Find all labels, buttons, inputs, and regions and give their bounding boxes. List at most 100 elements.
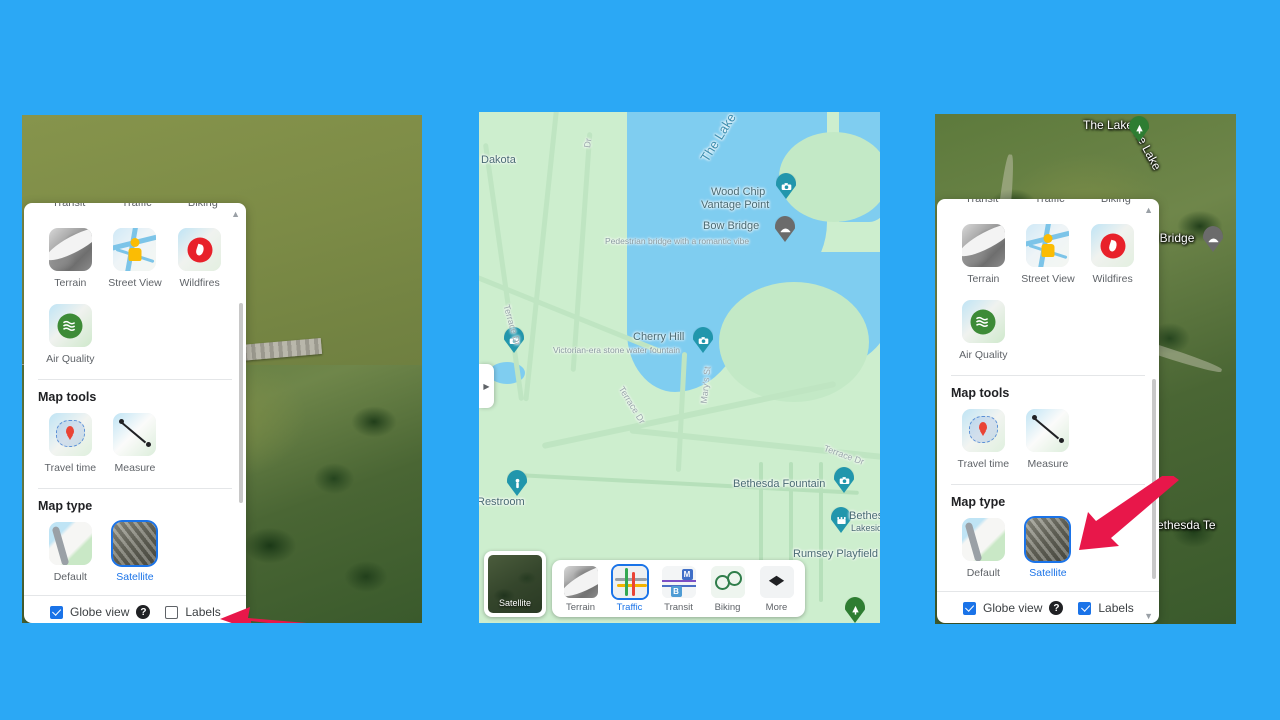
layer-tile-wildfires[interactable]: Wildfires — [1080, 217, 1145, 293]
map-type-label: Satellite — [116, 571, 154, 583]
tab-traffic[interactable]: Traffic — [1035, 199, 1065, 205]
layers-panel-left[interactable]: Transit Traffic Biking ▲ Terrain Street … — [24, 203, 246, 623]
globe-view-checkbox[interactable] — [50, 605, 63, 619]
map-layers-bottom-strip: Satellite Terrain Traffic M B Transit Bi… — [484, 551, 805, 617]
vector-map[interactable]: The Lake Dakota Wood Chip Vantage Point … — [479, 112, 880, 623]
help-icon[interactable]: ? — [1049, 601, 1064, 615]
map-type-default[interactable]: Default — [951, 511, 1016, 587]
cutoff-tab-row: Transit Traffic Biking — [937, 199, 1159, 211]
side-panel-expand-toggle[interactable]: ▶ — [479, 364, 494, 408]
strip-item-more[interactable]: More — [752, 566, 801, 613]
layer-tile-label: Wildfires — [179, 277, 220, 289]
map-type-title: Map type — [38, 499, 93, 513]
map-type-default[interactable]: Default — [38, 515, 103, 591]
layers-panel-right[interactable]: Transit Traffic Biking ▲ Terrain Street … — [937, 199, 1159, 623]
map-tool-travel-time[interactable]: Travel time — [951, 402, 1016, 478]
map-pin-viewpoint-west[interactable] — [504, 327, 524, 353]
map-type-section: Map type Default Satellite — [38, 488, 232, 591]
layer-tile-label: Air Quality — [959, 349, 1008, 361]
map-label-bethesda: Bethes — [849, 510, 880, 522]
layer-tile-air-quality[interactable]: Air Quality — [951, 293, 1016, 369]
map-tool-label: Travel time — [44, 462, 97, 474]
tab-transit[interactable]: Transit — [965, 199, 998, 205]
measure-icon — [113, 413, 157, 456]
map-type-label: Default — [966, 567, 1000, 579]
map-tools-title: Map tools — [951, 386, 1010, 400]
map-type-satellite[interactable]: Satellite — [103, 515, 168, 591]
travel-time-icon — [48, 413, 92, 456]
layer-tile-label: Terrain — [54, 277, 87, 289]
biking-icon — [710, 566, 745, 598]
layer-tile-label: Street View — [1021, 273, 1075, 285]
map-type-section: Map type Default Satellite — [951, 484, 1145, 587]
strip-item-terrain[interactable]: Terrain — [556, 566, 605, 613]
globe-view-label: Globe view — [70, 605, 130, 619]
layer-tile-terrain[interactable]: Terrain — [38, 221, 103, 297]
panel-scrollbar[interactable] — [1152, 379, 1156, 579]
pegman-icon — [113, 228, 157, 271]
map-label-rumsey-playfield: Rumsey Playfield — [793, 548, 878, 560]
map-pin-park[interactable] — [845, 597, 865, 623]
layer-strip-card: Terrain Traffic M B Transit Biking More — [552, 560, 805, 617]
globe-view-checkbox[interactable] — [963, 601, 976, 615]
wildfire-icon — [178, 228, 222, 271]
layer-tile-label: Street View — [108, 277, 162, 289]
map-pin-restroom[interactable] — [507, 470, 527, 496]
tab-biking[interactable]: Biking — [1101, 199, 1131, 205]
layer-tile-terrain[interactable]: Terrain — [951, 217, 1016, 293]
tab-biking[interactable]: Biking — [188, 203, 218, 209]
strip-item-biking[interactable]: Biking — [703, 566, 752, 613]
layer-tile-label: Terrain — [967, 273, 1000, 285]
traffic-icon — [612, 566, 647, 598]
air-quality-icon — [48, 304, 92, 347]
satellite-quick-toggle[interactable]: Satellite — [484, 551, 546, 617]
labels-checkbox[interactable] — [1078, 601, 1092, 615]
map-tool-label: Travel time — [957, 458, 1010, 470]
panel-right-labels-on: The Lake The Lake ow Bridge Bethesda Te … — [935, 114, 1236, 624]
layer-tile-label: Wildfires — [1092, 273, 1133, 285]
terrain-icon — [48, 228, 92, 271]
layers-footer-left: Globe view ? Labels — [24, 595, 246, 623]
map-tool-label: Measure — [114, 462, 156, 474]
tab-traffic[interactable]: Traffic — [122, 203, 152, 209]
tab-transit[interactable]: Transit — [52, 203, 85, 209]
cutoff-tab-row: Transit Traffic Biking — [24, 203, 246, 215]
map-tools-title: Map tools — [38, 390, 97, 404]
map-tool-label: Measure — [1027, 458, 1069, 470]
layer-tile-grid: Terrain Street View Wildfires Air Qualit… — [38, 221, 232, 373]
travel-time-icon — [961, 409, 1005, 452]
layer-tile-label: Air Quality — [46, 353, 95, 365]
map-tool-measure[interactable]: Measure — [1016, 402, 1081, 478]
measure-icon — [1026, 409, 1070, 452]
satellite-map-icon — [1026, 518, 1070, 561]
labels-label: Labels — [1098, 601, 1134, 615]
panel-scrollbar[interactable] — [239, 303, 243, 503]
map-pin-bethesda-lakeside[interactable] — [831, 507, 851, 533]
layer-tile-street-view[interactable]: Street View — [1016, 217, 1081, 293]
panel-middle-default-map: The Lake Dakota Wood Chip Vantage Point … — [479, 112, 880, 623]
strip-label: Terrain — [565, 602, 596, 613]
default-map-icon — [961, 518, 1005, 561]
strip-label: More — [765, 602, 788, 613]
chevron-down-icon[interactable]: ▼ — [1144, 611, 1153, 621]
satellite-map-icon — [113, 522, 157, 565]
terrain-icon — [563, 566, 598, 598]
strip-label: Transit — [664, 602, 693, 613]
chevron-down-icon[interactable]: ▼ — [231, 611, 240, 621]
map-label-lakeside: Lakeside — [851, 523, 880, 533]
map-type-satellite[interactable]: Satellite — [1016, 511, 1081, 587]
layer-tile-air-quality[interactable]: Air Quality — [38, 297, 103, 373]
layer-tile-street-view[interactable]: Street View — [103, 221, 168, 297]
map-tool-measure[interactable]: Measure — [103, 406, 168, 482]
strip-item-transit[interactable]: M B Transit — [654, 566, 703, 613]
satellite-thumb-label: Satellite — [498, 598, 532, 608]
strip-label: Biking — [714, 602, 741, 613]
strip-label: Traffic — [616, 602, 643, 613]
layer-tile-wildfires[interactable]: Wildfires — [167, 221, 232, 297]
map-tools-section: Map tools Travel time Measure — [951, 375, 1145, 478]
help-icon[interactable]: ? — [136, 605, 151, 619]
street-label-terrace-dr-2: Terrace Dr — [616, 384, 648, 426]
labels-checkbox[interactable] — [165, 605, 179, 619]
map-tool-travel-time[interactable]: Travel time — [38, 406, 103, 482]
strip-item-traffic[interactable]: Traffic — [605, 566, 654, 613]
